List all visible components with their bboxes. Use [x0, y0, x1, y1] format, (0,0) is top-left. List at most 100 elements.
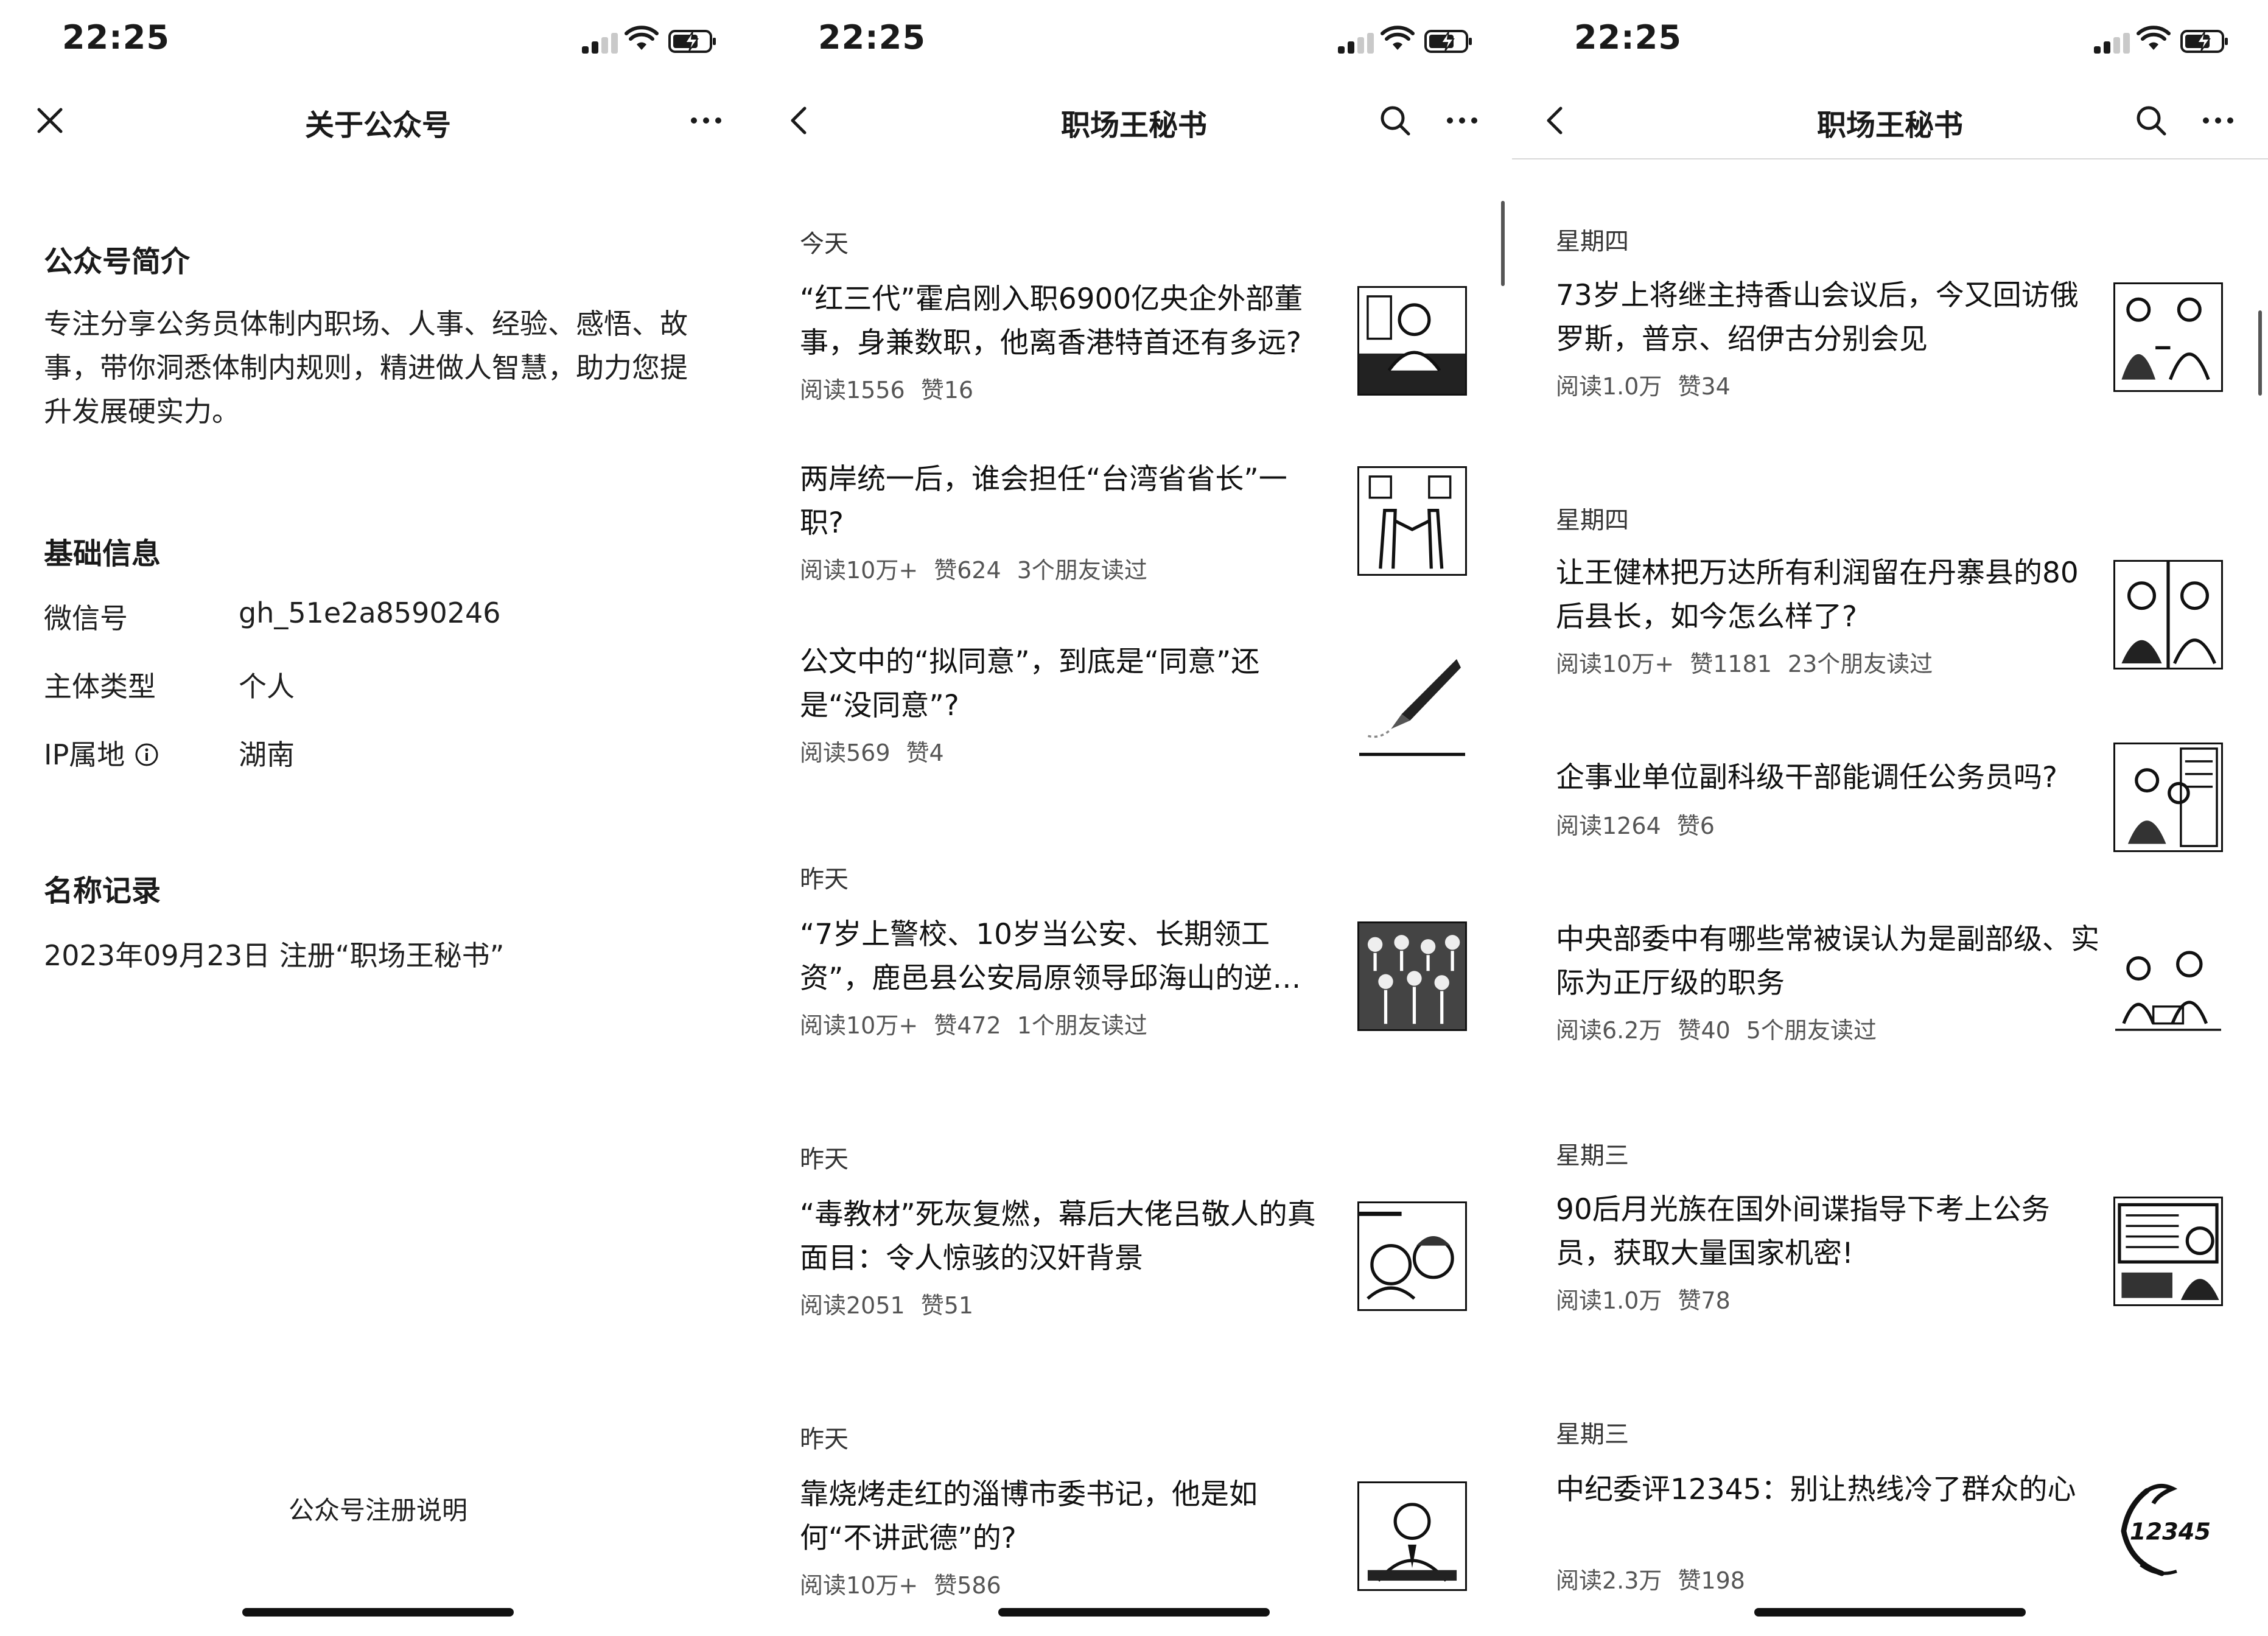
date-section-thursday: 星期四 [1556, 228, 1629, 256]
article-meta: 阅读10万+ 赞586 [800, 1567, 1017, 1600]
account-feed-screen-2: 22:25 职场王秘书 星期四 73岁上将继主持香山会议后，今又回访俄罗斯，普京… [1512, 0, 2268, 1636]
date-section-today: 今天 [800, 230, 849, 258]
article-title: 靠烧烤走红的淄博市委书记，他是如何“不讲武德”的? [800, 1478, 1258, 1555]
article-title: “7岁上警校、10岁当公安、长期领工资”，鹿邑县公安局原领导邱海山的逆… [800, 918, 1301, 995]
entity-type-label: 主体类型 [44, 670, 156, 703]
article-title: 公文中的“拟同意”，到底是“同意”还是“没同意”? [800, 645, 1260, 722]
article-meta: 阅读1556 赞16 [800, 371, 989, 405]
like-count: 赞1181 [1690, 651, 1772, 677]
more-icon[interactable] [1443, 101, 1482, 140]
status-bar: 22:25 [0, 0, 756, 83]
article-meta: 阅读10万+ 赞624 3个朋友读过 [800, 551, 1163, 585]
read-count: 阅读1.0万 [1556, 373, 1662, 400]
article-item[interactable]: 两岸统一后，谁会担任“台湾省省长”一职? 阅读10万+ 赞624 3个朋友读过 [756, 458, 1512, 604]
like-count: 赞34 [1678, 373, 1731, 400]
like-count: 赞472 [934, 1012, 1001, 1039]
nav-bar: 职场王秘书 [756, 83, 1512, 158]
article-thumbnail [2113, 560, 2223, 669]
info-icon[interactable] [135, 743, 159, 767]
article-thumbnail [1357, 1201, 1467, 1311]
article-thumbnail: 12345 [2113, 1474, 2223, 1584]
like-count: 赞51 [920, 1292, 974, 1319]
date-section-yesterday: 昨天 [800, 1425, 849, 1453]
nav-bar: 关于公众号 [0, 83, 756, 158]
article-title: “红三代”霍启刚入职6900亿央企外部董事，身兼数职，他离香港特首还有多远? [800, 282, 1303, 360]
more-icon[interactable] [2199, 101, 2238, 140]
article-title: 90后月光族在国外间谍指导下考上公务员，获取大量国家机密! [1556, 1193, 2050, 1270]
home-indicator [1754, 1608, 2026, 1617]
basic-info-heading: 基础信息 [44, 537, 161, 571]
like-count: 赞16 [920, 377, 974, 404]
date-section-wednesday: 星期三 [1556, 1142, 1629, 1170]
more-icon[interactable] [687, 101, 726, 140]
article-title: 企事业单位副科级干部能调任公务员吗? [1556, 761, 2057, 794]
like-count: 赞4 [906, 739, 944, 766]
cellular-signal-icon [582, 33, 618, 54]
article-thumbnail [1357, 286, 1467, 396]
read-count: 阅读10万+ [1556, 651, 1675, 677]
scrollbar[interactable] [1501, 201, 1505, 286]
article-item[interactable]: 公文中的“拟同意”，到底是“同意”还是“没同意”? 阅读569 赞4 [756, 640, 1512, 786]
wechat-id-value: gh_51e2a8590246 [239, 596, 501, 629]
cellular-signal-icon [2094, 33, 2130, 54]
search-icon[interactable] [1376, 101, 1415, 140]
screenshot-collage: 22:25 关于公众号 公众号简介 专注分享公务员体制内职场、人事、经验、感悟、… [0, 0, 2268, 1636]
article-thumbnail [2113, 282, 2223, 392]
intro-text: 专注分享公务员体制内职场、人事、经验、感悟、故事，带你洞悉体制内规则，精进做人智… [44, 307, 688, 428]
status-bar: 22:25 [756, 0, 1512, 83]
friends-read: 3个朋友读过 [1017, 557, 1147, 584]
article-meta: 阅读1264 赞6 [1556, 807, 1731, 841]
article-thumbnail [1357, 649, 1467, 758]
wifi-icon [2137, 26, 2171, 50]
article-item[interactable]: “毒教材”死灰复燃，幕后大佬吕敬人的真面目：令人惊骇的汉奸背景 阅读2051 赞5… [756, 1193, 1512, 1339]
article-meta: 阅读2051 赞51 [800, 1287, 989, 1320]
article-item[interactable]: “红三代”霍启刚入职6900亿央企外部董事，身兼数职，他离香港特首还有多远? 阅… [756, 278, 1512, 424]
article-item[interactable]: 中央部委中有哪些常被误认为是副部级、实际为正厅级的职务 阅读6.2万 赞40 5个朋… [1512, 918, 2268, 1064]
register-info-link[interactable]: 公众号注册说明 [0, 1490, 756, 1527]
article-item[interactable]: 90后月光族在国外间谍指导下考上公务员，获取大量国家机密! 阅读1.0万 赞78 [1512, 1188, 2268, 1334]
article-title: “毒教材”死灰复燃，幕后大佬吕敬人的真面目：令人惊骇的汉奸背景 [800, 1198, 1316, 1275]
date-section-wednesday: 星期三 [1556, 1421, 1629, 1449]
battery-charging-icon [1424, 30, 1472, 53]
name-history-item: 2023年09月23日 注册“职场王秘书” [44, 939, 505, 972]
article-item[interactable]: 企事业单位副科级干部能调任公务员吗? 阅读1264 赞6 [1512, 743, 2268, 902]
home-indicator [242, 1608, 514, 1617]
read-count: 阅读10万+ [800, 1572, 919, 1599]
like-count: 赞586 [934, 1572, 1001, 1599]
nav-bar: 职场王秘书 [1512, 83, 2268, 159]
article-title: 73岁上将继主持香山会议后，今又回访俄罗斯，普京、绍伊古分别会见 [1556, 279, 2079, 356]
article-item[interactable]: “7岁上警校、10岁当公安、长期领工资”，鹿邑县公安局原领导邱海山的逆… 阅读1… [756, 913, 1512, 1059]
read-count: 阅读1556 [800, 377, 905, 404]
battery-charging-icon [2180, 30, 2228, 53]
like-count: 赞78 [1678, 1287, 1731, 1314]
battery-charging-icon [668, 30, 716, 53]
article-item[interactable]: 中纪委评12345：别让热线冷了群众的心 阅读2.3万 赞198 12345 [1512, 1468, 2268, 1614]
read-count: 阅读2051 [800, 1292, 905, 1319]
read-count: 阅读1264 [1556, 813, 1661, 839]
article-thumbnail [2113, 926, 2223, 1036]
ip-location-value: 湖南 [239, 738, 295, 771]
article-item[interactable]: 靠烧烤走红的淄博市委书记，他是如何“不讲武德”的? 阅读10万+ 赞586 [756, 1473, 1512, 1619]
cellular-signal-icon [1338, 33, 1374, 54]
article-item[interactable]: 让王健林把万达所有利润留在丹寨县的80后县长，如今怎么样了? 阅读10万+ 赞11… [1512, 551, 2268, 697]
article-meta: 阅读2.3万 赞198 [1556, 1562, 1761, 1595]
article-meta: 阅读10万+ 赞472 1个朋友读过 [800, 1007, 1163, 1040]
ip-location-label: IP属地 [44, 738, 125, 771]
status-time: 22:25 [62, 18, 170, 57]
like-count: 赞624 [934, 557, 1001, 584]
wifi-icon [625, 26, 659, 50]
hotline-badge: 12345 [2130, 1518, 2211, 1545]
article-title: 中央部委中有哪些常被误认为是副部级、实际为正厅级的职务 [1556, 923, 2099, 1000]
intro-heading: 公众号简介 [44, 245, 191, 279]
date-section-yesterday: 昨天 [800, 1145, 849, 1173]
like-count: 赞198 [1678, 1567, 1745, 1594]
page-title: 关于公众号 [304, 108, 451, 142]
friends-read: 5个朋友读过 [1746, 1017, 1877, 1044]
read-count: 阅读1.0万 [1556, 1287, 1662, 1314]
article-thumbnail [1357, 921, 1467, 1031]
read-count: 阅读6.2万 [1556, 1017, 1662, 1044]
article-item[interactable]: 73岁上将继主持香山会议后，今又回访俄罗斯，普京、绍伊古分别会见 阅读1.0万赞… [1512, 274, 2268, 420]
search-icon[interactable] [2132, 101, 2171, 140]
article-title: 两岸统一后，谁会担任“台湾省省长”一职? [800, 463, 1287, 540]
article-thumbnail [1357, 466, 1467, 576]
